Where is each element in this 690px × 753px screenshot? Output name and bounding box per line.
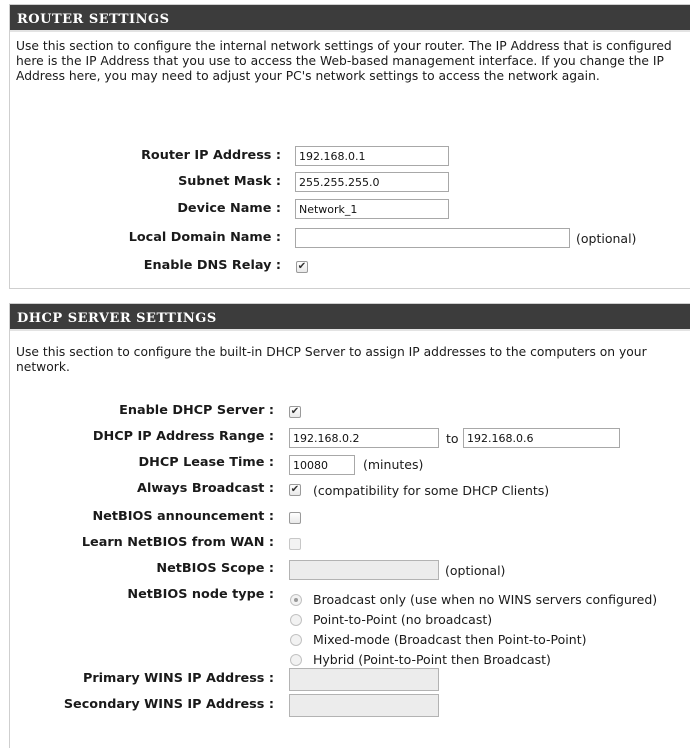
secondary-wins-label: Secondary WINS IP Address : [63,697,274,712]
router-settings-section: ROUTER SETTINGS Use this section to conf… [9,4,690,289]
netbios-node-type-label: NetBIOS node type : [127,587,274,602]
dns-relay-checkbox[interactable]: ✔ [296,261,308,273]
enable-dhcp-label: Enable DHCP Server : [119,403,274,418]
dhcp-range-label: DHCP IP Address Range : [92,429,274,444]
netbios-scope-hint: (optional) [445,563,506,578]
netbios-scope-label: NetBIOS Scope : [156,561,274,576]
local-domain-input[interactable] [295,228,570,248]
dhcp-settings-header: DHCP SERVER SETTINGS [10,304,690,331]
primary-wins-label: Primary WINS IP Address : [82,671,274,686]
netbios-announcement-label: NetBIOS announcement : [92,509,274,524]
node-type-mixed-label: Mixed-mode (Broadcast then Point-to-Poin… [313,632,587,647]
node-type-mixed-radio[interactable] [290,634,302,646]
netbios-scope-input[interactable] [289,560,439,580]
device-name-label: Device Name : [177,201,281,216]
enable-dhcp-checkbox[interactable]: ✔ [289,406,301,418]
device-name-input[interactable]: Network_1 [295,199,449,219]
always-broadcast-label: Always Broadcast : [137,481,274,496]
dns-relay-label: Enable DNS Relay : [143,258,281,273]
subnet-mask-label: Subnet Mask : [178,174,281,189]
node-type-broadcast-radio[interactable] [290,594,302,606]
always-broadcast-hint: (compatibility for some DHCP Clients) [313,483,550,498]
lease-time-label: DHCP Lease Time : [138,455,274,470]
dhcp-range-start-input[interactable]: 192.168.0.2 [289,428,439,448]
local-domain-hint: (optional) [576,231,637,246]
local-domain-label: Local Domain Name : [128,230,281,245]
lease-time-input[interactable]: 10080 [289,455,355,475]
router-ip-label: Router IP Address : [141,148,281,163]
learn-netbios-wan-checkbox[interactable] [289,538,301,550]
dhcp-range-end-input[interactable]: 192.168.0.6 [463,428,620,448]
subnet-mask-input[interactable]: 255.255.255.0 [295,172,449,192]
dhcp-server-section: DHCP SERVER SETTINGS Use this section to… [9,303,690,748]
dhcp-settings-description: Use this section to configure the built-… [16,345,647,374]
node-type-p2p-radio[interactable] [290,614,302,626]
router-settings-header: ROUTER SETTINGS [10,5,690,32]
node-type-broadcast-label: Broadcast only (use when no WINS servers… [313,592,658,607]
primary-wins-input[interactable] [289,668,439,691]
node-type-hybrid-label: Hybrid (Point-to-Point then Broadcast) [313,652,551,667]
node-type-hybrid-radio[interactable] [290,654,302,666]
secondary-wins-input[interactable] [289,694,439,717]
learn-netbios-wan-label: Learn NetBIOS from WAN : [81,535,274,550]
router-settings-description: Use this section to configure the intern… [16,39,672,83]
lease-time-unit: (minutes) [363,457,424,472]
dhcp-range-to-text: to [446,431,459,446]
node-type-p2p-label: Point-to-Point (no broadcast) [313,612,493,627]
netbios-announcement-checkbox[interactable] [289,512,301,524]
router-ip-input[interactable]: 192.168.0.1 [295,146,449,166]
always-broadcast-checkbox[interactable]: ✔ [289,484,301,496]
